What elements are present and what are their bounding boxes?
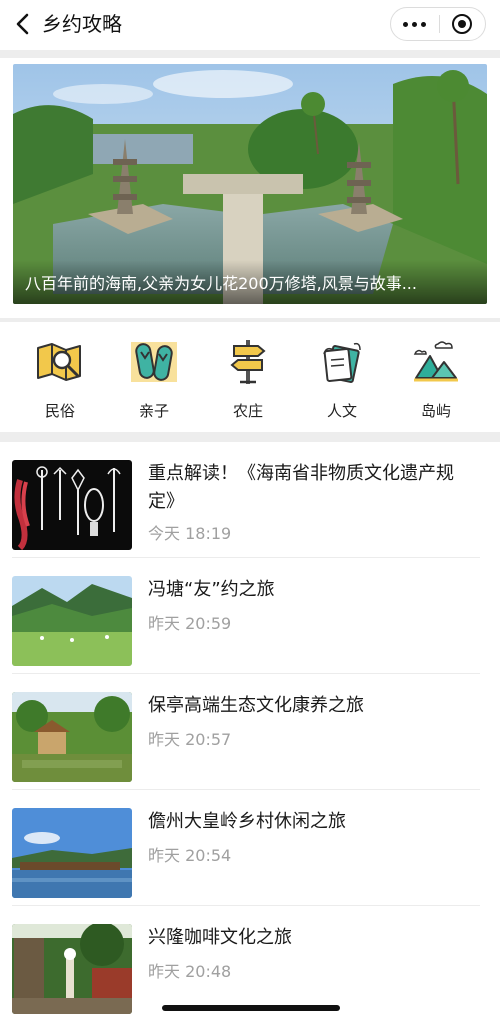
list-item[interactable]: 保亭高端生态文化康养之旅 昨天 20:57 [0,674,500,790]
category-label: 民俗 [44,402,75,420]
article-timestamp: 昨天 20:48 [148,962,232,981]
close-miniprogram-icon[interactable] [439,8,485,40]
category-label: 亲子 [138,402,169,420]
category-label: 农庄 [232,402,263,420]
flip-flops-icon [131,342,177,382]
page-title: 乡约攻略 [42,12,122,36]
category-label: 岛屿 [420,402,451,420]
article-timestamp: 昨天 20:57 [148,730,232,749]
article-list: 重点解读！《海南省非物质文化遗产规定》 今天 18:19 冯塘“友”约之旅 昨天… [0,442,500,1021]
map-magnifier-icon [37,343,81,381]
article-timestamp: 昨天 20:59 [148,614,232,633]
list-item[interactable]: 儋州大皇岭乡村休闲之旅 昨天 20:54 [0,790,500,906]
article-title: 儋州大皇岭乡村休闲之旅 [148,811,346,832]
category-culture[interactable]: 人文 [307,338,377,422]
article-thumbnail [12,692,132,782]
navigation-bar: 乡约攻略 [0,0,500,50]
article-timestamp: 昨天 20:54 [148,846,232,865]
article-title: 冯塘“友”约之旅 [148,579,275,600]
article-title: 重点解读！《海南省非物质文化遗产规定》 [148,463,454,512]
article-title: 兴隆咖啡文化之旅 [148,927,292,948]
banner-section: 八百年前的海南,父亲为女儿花200万修塔,风景与故事... [0,58,500,318]
banner-carousel[interactable]: 八百年前的海南,父亲为女儿花200万修塔,风景与故事... [13,64,487,304]
article-thumbnail [12,460,132,550]
home-indicator[interactable] [162,1005,340,1011]
miniprogram-capsule [390,7,486,41]
article-thumbnail [12,924,132,1014]
more-options-icon[interactable] [391,8,439,40]
list-item[interactable]: 重点解读！《海南省非物质文化遗产规定》 今天 18:19 [0,442,500,558]
category-folk-customs[interactable]: 民俗 [25,338,95,422]
category-farm[interactable]: 农庄 [213,338,283,422]
island-mountains-icon [413,341,458,382]
article-timestamp: 今天 18:19 [148,524,232,543]
category-label: 人文 [326,402,357,420]
article-title: 保亭高端生态文化康养之旅 [148,695,364,716]
banner-caption: 八百年前的海南,父亲为女儿花200万修塔,风景与故事... [25,274,417,293]
book-icon [323,342,361,383]
list-item[interactable]: 冯塘“友”约之旅 昨天 20:59 [0,558,500,674]
article-thumbnail [12,576,132,666]
list-item[interactable]: 兴隆咖啡文化之旅 昨天 20:48 [0,906,500,1021]
banner-caption-bar: 八百年前的海南,父亲为女儿花200万修塔,风景与故事... [13,260,487,304]
category-grid: 民俗 亲子 农庄 人文 岛屿 [0,322,500,432]
article-thumbnail [12,808,132,898]
category-parent-child[interactable]: 亲子 [119,338,189,422]
category-islands[interactable]: 岛屿 [401,338,471,422]
signpost-icon [230,340,266,384]
back-arrow-icon[interactable] [12,11,36,37]
